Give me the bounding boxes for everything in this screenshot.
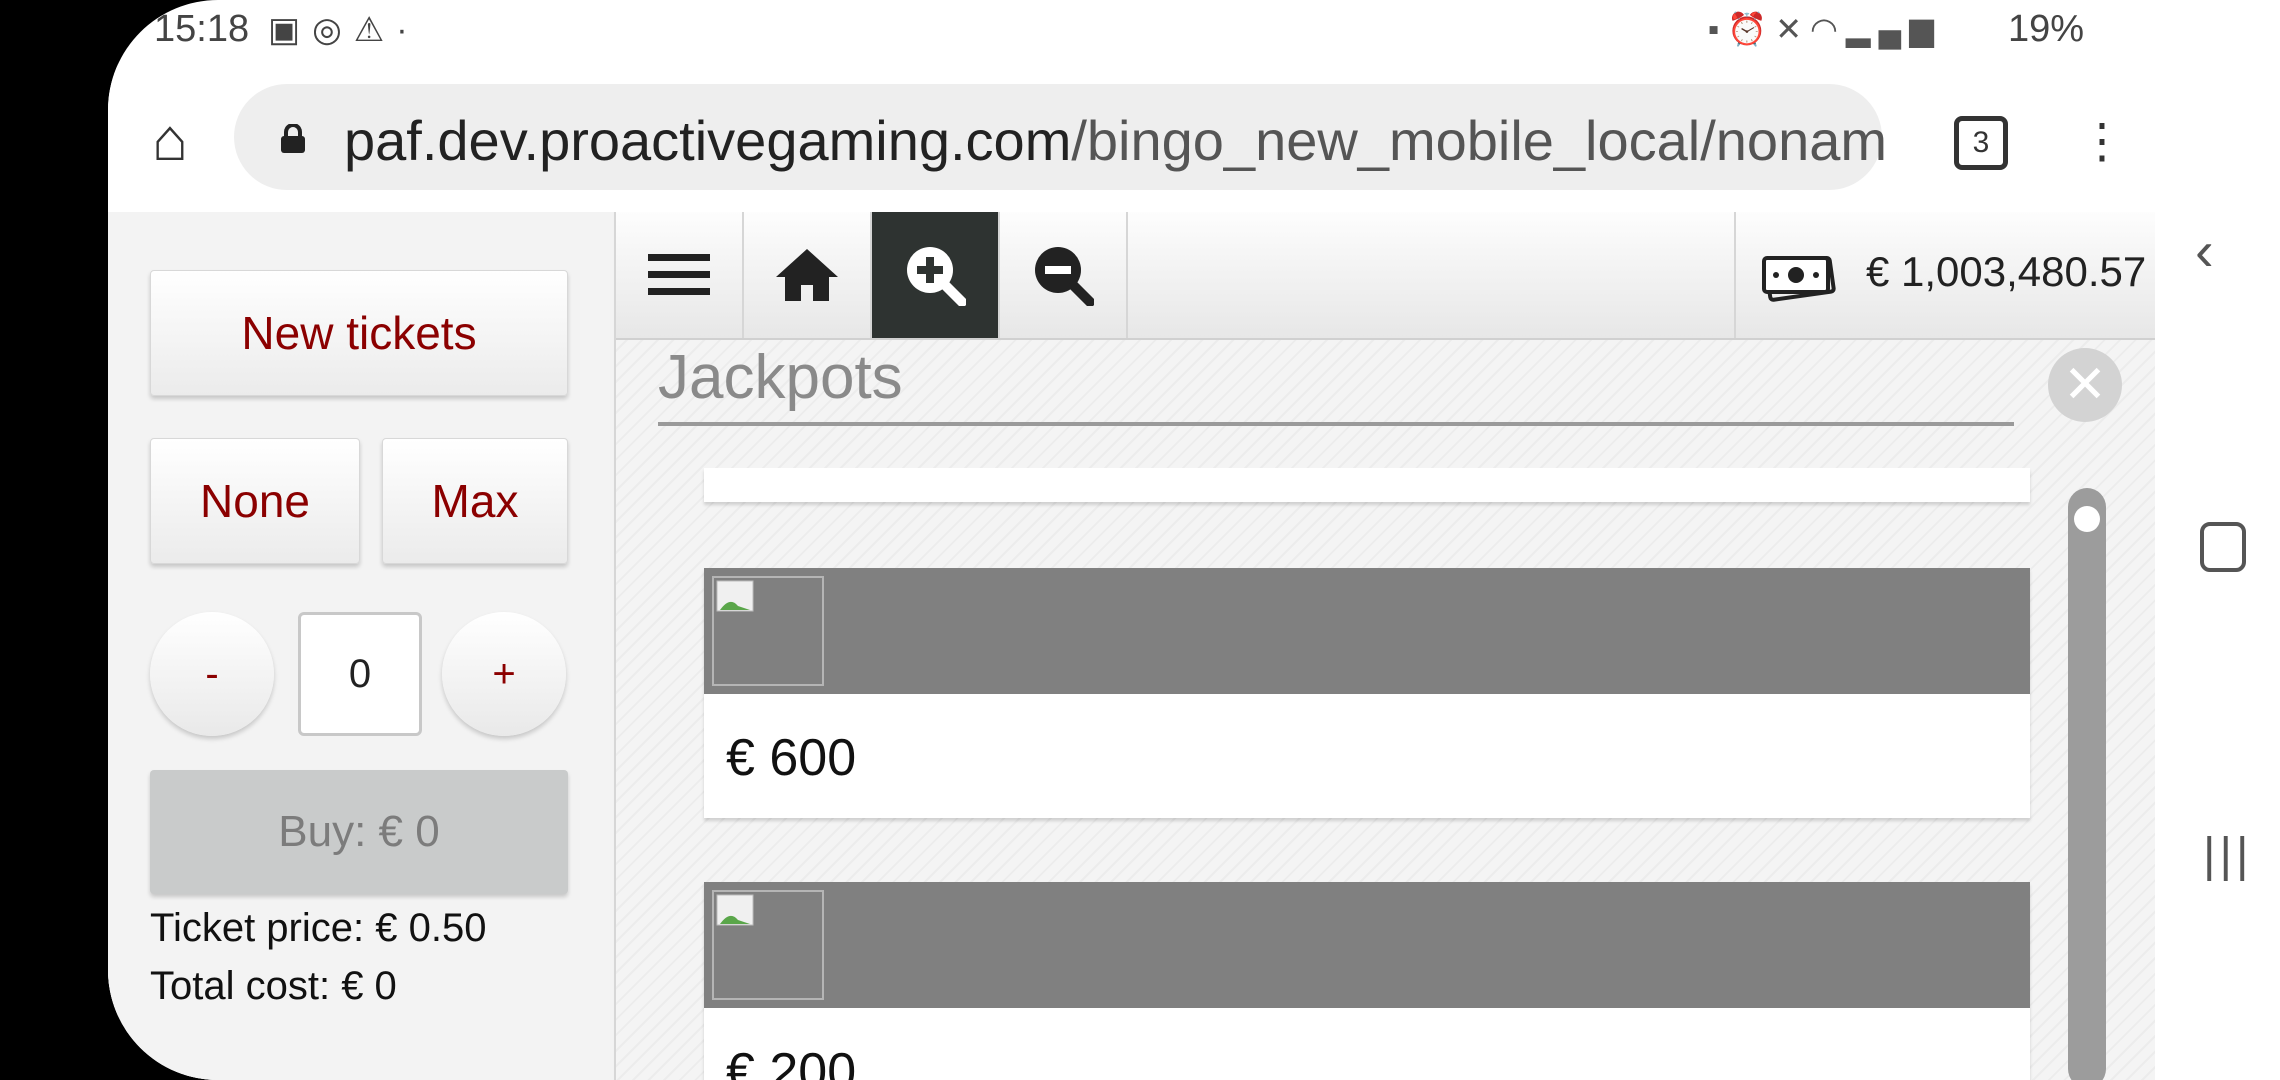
overflow-menu-icon[interactable]: ⋮ [2078, 112, 2126, 172]
recents-icon[interactable]: ||| [2203, 828, 2252, 883]
jackpot-card: € 200 [704, 882, 2030, 1080]
back-icon[interactable]: ‹ [2195, 218, 2214, 283]
ticket-price: Ticket price: € 0.50 [150, 906, 487, 950]
tab-switcher-button[interactable]: 3 [1954, 116, 2008, 170]
home-nav-icon[interactable] [2200, 522, 2246, 572]
new-tickets-button[interactable]: New tickets [150, 270, 568, 396]
address-bar: ⌂ paf.dev.proactivegaming.com/bingo_new_… [108, 64, 2155, 213]
dot-icon: · [396, 11, 420, 49]
game-area: € 1,003,480.57 Jackpots ✕ € 600 € 200 [614, 212, 2155, 1080]
max-button[interactable]: Max [382, 438, 568, 564]
title-underline [658, 422, 2014, 426]
at-icon: ◎ [312, 11, 354, 49]
house-icon [776, 249, 838, 301]
signal-icon: ▂▄▆ [1845, 11, 1942, 47]
home-button[interactable] [744, 212, 872, 338]
hamburger-icon [648, 254, 710, 295]
home-icon[interactable]: ⌂ [138, 108, 202, 172]
status-right-icons: ▪⏰✕◠▂▄▆ [1708, 10, 1942, 48]
lock-icon [281, 124, 305, 153]
url-text: paf.dev.proactivegaming.com/bingo_new_mo… [344, 108, 1887, 173]
jackpot-card: € 600 [704, 568, 2030, 818]
browser-window: 15:18 ▣◎⚠· ▪⏰✕◠▂▄▆ 19% ⌂ paf.dev.proacti… [108, 0, 2155, 1080]
status-left-icons: ▣◎⚠· [268, 10, 420, 50]
menu-button[interactable] [616, 212, 744, 338]
status-time: 15:18 [154, 8, 250, 50]
jackpot-banner [704, 882, 2030, 1008]
decrement-button[interactable]: - [150, 612, 274, 736]
mute-icon: ✕ [1775, 11, 1810, 47]
jackpot-amount: € 200 [726, 1043, 857, 1080]
url-path: /bingo_new_mobile_local/nonam [1071, 109, 1888, 172]
url-field[interactable]: paf.dev.proactivegaming.com/bingo_new_mo… [234, 84, 1887, 190]
image-icon: ▣ [268, 11, 313, 49]
url-host: paf.dev.proactivegaming.com [344, 109, 1072, 172]
broken-image-icon [712, 890, 824, 1000]
jackpot-list-top [704, 468, 2030, 502]
wifi-icon: ◠ [1810, 11, 1846, 47]
alarm-icon: ⏰ [1727, 11, 1776, 47]
jackpots-title: Jackpots [658, 343, 903, 412]
battery-level: 19% [2008, 8, 2085, 50]
zoom-in-button[interactable] [872, 212, 1000, 338]
balance-display: € 1,003,480.57 [1734, 212, 2155, 338]
buy-button[interactable]: Buy: € 0 [150, 770, 568, 894]
close-icon[interactable]: ✕ [2048, 348, 2122, 422]
page-content: New tickets None Max - 0 + Buy: € 0 Tick… [108, 212, 2155, 1080]
jackpot-banner [704, 568, 2030, 694]
cash-icon [1762, 255, 1836, 302]
ticket-panel: New tickets None Max - 0 + Buy: € 0 Tick… [108, 212, 613, 1080]
scrollbar-handle[interactable] [2074, 506, 2100, 532]
none-button[interactable]: None [150, 438, 360, 564]
scrollbar[interactable] [2068, 488, 2106, 1080]
system-nav-bar: ‹ ||| [2155, 0, 2280, 1080]
warning-icon: ⚠ [353, 11, 397, 49]
status-bar: 15:18 ▣◎⚠· ▪⏰✕◠▂▄▆ 19% [108, 0, 2155, 64]
zoom-in-icon [907, 247, 966, 306]
briefcase-icon: ▪ [1708, 11, 1728, 47]
jackpot-amount: € 600 [726, 729, 857, 787]
broken-image-icon [712, 576, 824, 686]
game-toolbar: € 1,003,480.57 [616, 212, 2155, 340]
quantity-input[interactable]: 0 [298, 612, 422, 736]
total-cost: Total cost: € 0 [150, 964, 397, 1008]
balance-amount: € 1,003,480.57 [1866, 248, 2147, 295]
zoom-out-icon [1035, 247, 1094, 306]
increment-button[interactable]: + [442, 612, 566, 736]
zoom-out-button[interactable] [1000, 212, 1128, 338]
